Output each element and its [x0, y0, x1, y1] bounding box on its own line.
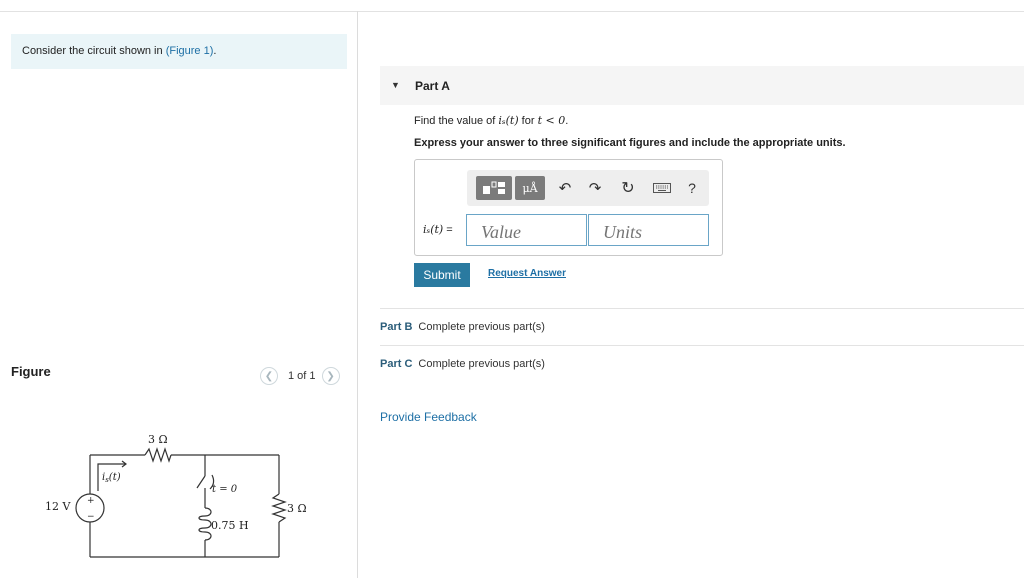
caret-down-icon[interactable]: ▼ — [391, 80, 400, 90]
submit-button[interactable]: Submit — [414, 263, 470, 287]
answer-label: iₛ(t) = — [423, 223, 453, 236]
resistor-r1 — [144, 447, 172, 463]
figure-link[interactable]: (Figure 1) — [166, 45, 214, 57]
top-border — [0, 11, 1024, 12]
problem-statement: Consider the circuit shown in (Figure 1)… — [11, 34, 347, 69]
question-condition: t < 0 — [537, 114, 566, 127]
question-mid: for — [518, 115, 538, 127]
panel-divider — [357, 11, 358, 578]
chevron-left-icon[interactable]: ❮ — [260, 367, 278, 385]
answer-box: μÅ ↶ ↷ ↻ ? iₛ(t) = — [414, 159, 723, 256]
part-b-title: Part B — [380, 321, 413, 333]
circuit-diagram: 3 Ω 3 Ω 12 V + − is(t) t = 0 0.75 H — [45, 433, 307, 558]
undo-icon[interactable]: ↶ — [555, 176, 575, 200]
inductor — [198, 507, 212, 541]
switch-blade — [196, 475, 206, 489]
part-a-instruction: Express your answer to three significant… — [414, 137, 846, 149]
figure-pager: ❮ 1 of 1 ❯ — [260, 366, 340, 386]
source-plus: + — [87, 496, 95, 506]
separator-part-b — [380, 308, 1024, 309]
part-c-status: Complete previous part(s) — [418, 358, 545, 370]
question-math: iₛ(t) — [498, 114, 519, 127]
help-button[interactable]: ? — [683, 176, 701, 200]
template-icon[interactable] — [476, 176, 512, 200]
source-minus: − — [87, 512, 95, 522]
provide-feedback-link[interactable]: Provide Feedback — [380, 410, 477, 424]
part-b-row: Part B Complete previous part(s) — [380, 321, 545, 333]
keyboard-icon[interactable] — [651, 176, 673, 200]
chevron-right-icon[interactable]: ❯ — [321, 367, 340, 385]
units-button[interactable]: μÅ — [515, 176, 545, 200]
separator-part-c — [380, 345, 1024, 346]
answer-label-math: iₛ(t) — [423, 223, 444, 236]
request-answer-link[interactable]: Request Answer — [488, 268, 566, 279]
part-a-header[interactable]: ▼ Part A — [380, 66, 1024, 105]
part-b-status: Complete previous part(s) — [418, 321, 545, 333]
resistor-r2 — [271, 493, 287, 523]
r1-label: 3 Ω — [148, 433, 168, 446]
current-label: is(t) — [102, 472, 121, 484]
template-glyph — [483, 181, 505, 194]
r2-label: 3 Ω — [287, 502, 307, 515]
redo-icon[interactable]: ↷ — [585, 176, 605, 200]
question-prefix: Find the value of — [414, 115, 499, 127]
value-input[interactable] — [466, 214, 587, 246]
question-end: . — [565, 115, 569, 127]
problem-suffix: . — [213, 45, 217, 57]
pager-text: 1 of 1 — [288, 370, 316, 382]
figure-heading: Figure — [11, 364, 51, 379]
inductor-label: 0.75 H — [211, 519, 249, 532]
keyboard-glyph — [653, 183, 671, 193]
part-a-title: Part A — [415, 79, 450, 93]
source-label: 12 V — [45, 500, 71, 513]
answer-label-equals: = — [443, 224, 453, 236]
part-c-row: Part C Complete previous part(s) — [380, 358, 545, 370]
part-a-question: Find the value of iₛ(t) for t < 0. — [414, 114, 568, 127]
units-input[interactable] — [588, 214, 709, 246]
problem-text: Consider the circuit shown in — [22, 45, 166, 57]
math-toolbar: μÅ ↶ ↷ ↻ ? — [467, 170, 709, 206]
part-c-title: Part C — [380, 358, 413, 370]
switch-label: t = 0 — [212, 484, 238, 495]
reset-icon[interactable]: ↻ — [617, 176, 639, 200]
